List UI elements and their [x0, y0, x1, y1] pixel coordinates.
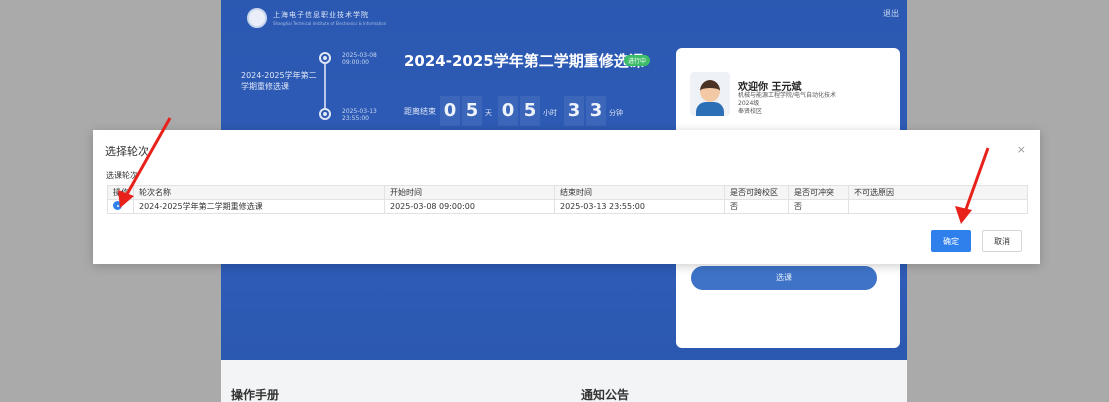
annotation-arrows	[118, 117, 990, 224]
arrow-to-radio-icon	[124, 117, 172, 197]
arrowhead-radio-icon	[118, 190, 134, 208]
arrow-to-confirm-icon	[963, 147, 990, 213]
arrowhead-confirm-icon	[955, 206, 972, 224]
